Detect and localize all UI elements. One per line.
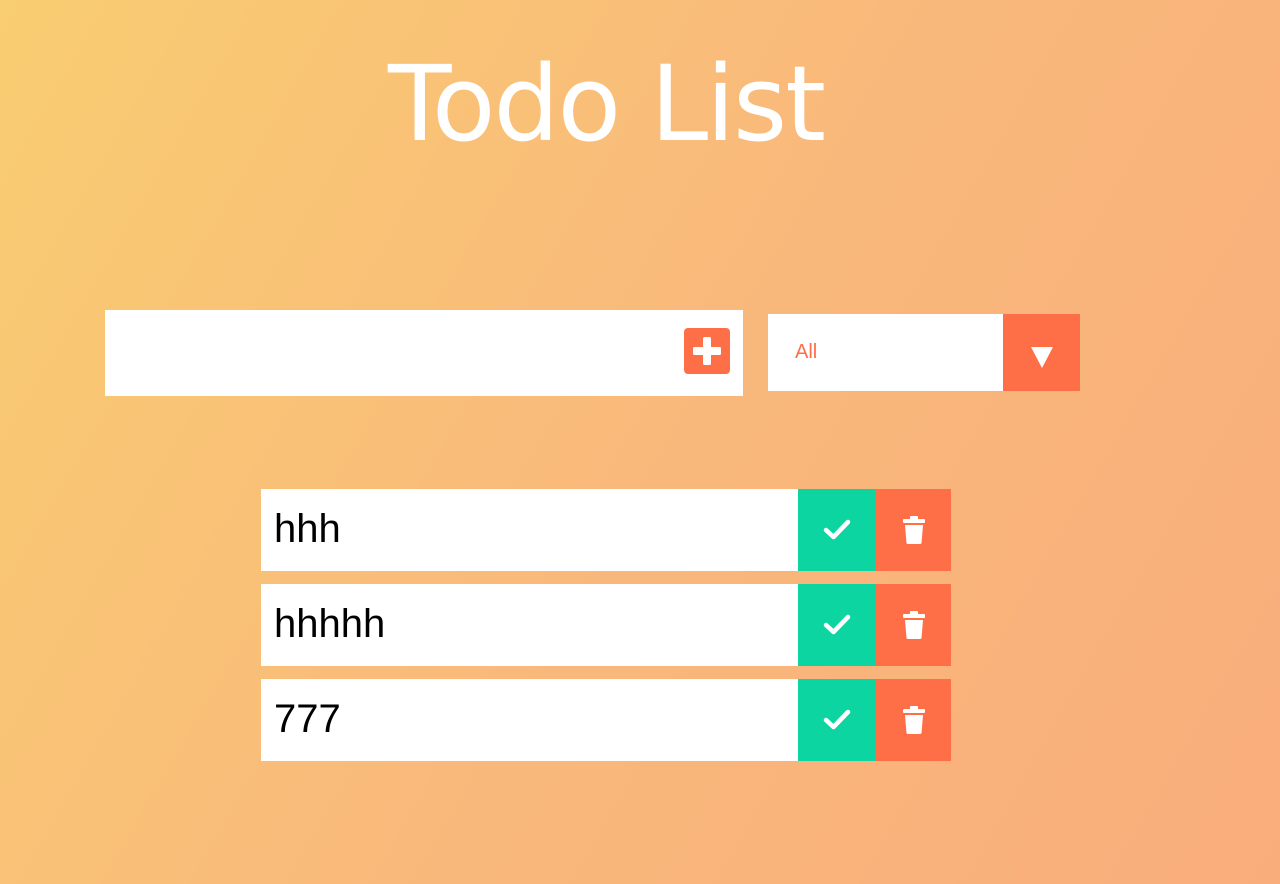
filter-dropdown-button[interactable] [1003, 314, 1080, 391]
trash-icon [902, 516, 925, 544]
todo-text: hhhhh [274, 602, 386, 646]
todo-item: 777 [261, 679, 951, 761]
caret-down-icon [1031, 347, 1053, 368]
check-icon [823, 614, 851, 635]
add-todo-button[interactable] [684, 328, 730, 374]
plus-square-icon [693, 337, 721, 365]
todo-form [105, 310, 743, 396]
trash-icon [902, 706, 925, 734]
delete-button[interactable] [876, 679, 951, 761]
delete-button[interactable] [876, 584, 951, 666]
todo-item: hhhhh [261, 584, 951, 666]
todo-item: hhh [261, 489, 951, 571]
check-icon [823, 709, 851, 730]
filter-select[interactable]: All [768, 314, 1080, 391]
complete-button[interactable] [798, 679, 876, 761]
delete-button[interactable] [876, 489, 951, 571]
todo-input[interactable] [105, 310, 665, 396]
todo-text: hhh [274, 507, 341, 551]
todo-text: 777 [274, 697, 341, 741]
page-title: Todo List [388, 43, 826, 165]
todo-list: hhh hhhhh 777 [261, 489, 951, 774]
complete-button[interactable] [798, 489, 876, 571]
complete-button[interactable] [798, 584, 876, 666]
filter-selected-value: All [795, 341, 818, 363]
check-icon [823, 519, 851, 540]
trash-icon [902, 611, 925, 639]
